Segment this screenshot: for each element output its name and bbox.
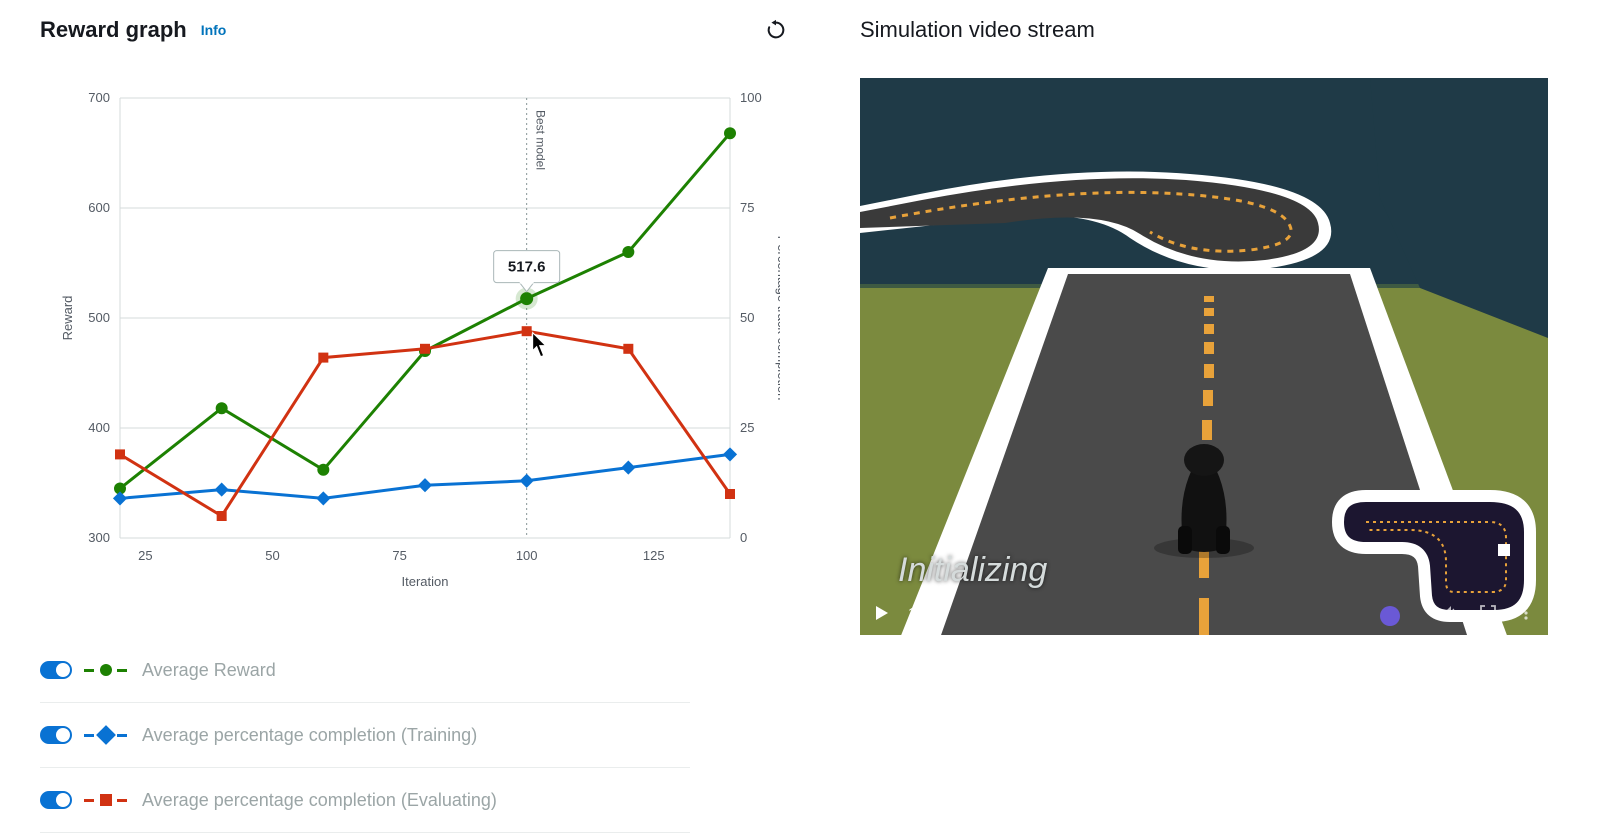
legend: Average Reward Average percentage comple…	[40, 638, 690, 833]
toggle-pct-training[interactable]	[40, 726, 72, 744]
svg-text:700: 700	[88, 90, 110, 105]
svg-text:Best model: Best model	[534, 110, 548, 170]
legend-label: Average percentage completion (Evaluatin…	[142, 790, 497, 811]
svg-text:100: 100	[516, 548, 538, 563]
svg-text:600: 600	[88, 200, 110, 215]
svg-text:517.6: 517.6	[508, 259, 546, 276]
svg-text:300: 300	[88, 530, 110, 545]
reward-graph-header: Reward graph Info	[40, 10, 820, 50]
reward-chart[interactable]: 300 400 500 600 700 0 25 50 75 100 25 50 75 100 125 Bes…	[40, 68, 780, 608]
play-button[interactable]	[872, 603, 892, 623]
svg-text:25: 25	[138, 548, 152, 563]
svg-text:100: 100	[740, 90, 762, 105]
toggle-average-reward[interactable]	[40, 661, 72, 679]
video-panel: Simulation video stream	[820, 10, 1595, 816]
video-player[interactable]: Initializing 16:45	[860, 78, 1548, 638]
legend-symbol-average-reward	[84, 661, 130, 679]
refresh-button[interactable]	[762, 16, 790, 44]
video-panel-header: Simulation video stream	[860, 10, 1595, 50]
legend-row-pct-evaluating: Average percentage completion (Evaluatin…	[40, 768, 690, 833]
svg-text:50: 50	[265, 548, 279, 563]
kebab-icon	[1518, 605, 1534, 621]
svg-text:Reward: Reward	[60, 296, 75, 341]
legend-label: Average percentage completion (Training)	[142, 725, 477, 746]
legend-row-pct-training: Average percentage completion (Training)	[40, 703, 690, 768]
toggle-pct-evaluating[interactable]	[40, 791, 72, 809]
svg-text:25: 25	[740, 420, 754, 435]
svg-text:125: 125	[643, 548, 665, 563]
page-root: Reward graph Info 300 400 500 600 700 0 25 50 75…	[0, 0, 1615, 816]
video-timestamp: 16:45	[908, 605, 946, 622]
legend-row-average-reward: Average Reward	[40, 638, 690, 703]
reward-chart-svg: 300 400 500 600 700 0 25 50 75 100 25 50 75 100 125 Bes…	[40, 68, 780, 608]
reward-graph-panel: Reward graph Info 300 400 500 600 700 0 25 50 75…	[40, 10, 820, 816]
legend-symbol-pct-evaluating	[84, 791, 130, 809]
refresh-icon	[765, 19, 787, 41]
svg-text:50: 50	[740, 310, 754, 325]
svg-text:400: 400	[88, 420, 110, 435]
play-icon	[874, 605, 890, 621]
svg-text:75: 75	[740, 200, 754, 215]
fullscreen-button[interactable]	[1478, 603, 1498, 623]
video-panel-title: Simulation video stream	[860, 17, 1095, 43]
volume-icon	[1441, 604, 1459, 622]
video-progress-bar[interactable]	[860, 635, 1548, 638]
fullscreen-icon	[1480, 605, 1496, 621]
svg-text:500: 500	[88, 310, 110, 325]
svg-text:Iteration: Iteration	[402, 574, 449, 589]
info-link[interactable]: Info	[201, 22, 227, 38]
svg-text:75: 75	[392, 548, 406, 563]
reward-graph-title: Reward graph	[40, 17, 187, 43]
video-status-overlay: Initializing	[898, 551, 1047, 590]
legend-label: Average Reward	[142, 660, 276, 681]
volume-button[interactable]	[1440, 603, 1460, 623]
video-menu-button[interactable]	[1516, 603, 1536, 623]
legend-symbol-pct-training	[84, 726, 130, 744]
video-controls: 16:45	[860, 588, 1548, 638]
svg-text:0: 0	[740, 530, 747, 545]
svg-text:Percentage track completion: Percentage track completion	[775, 236, 780, 401]
